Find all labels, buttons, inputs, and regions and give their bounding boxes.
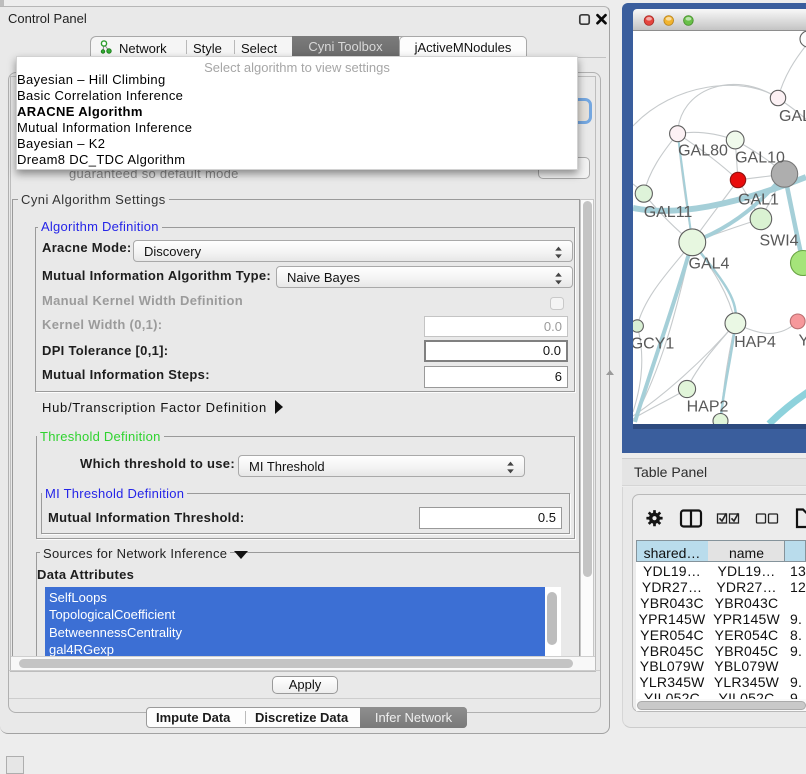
svg-text:GAL11: GAL11 [644, 204, 693, 221]
svg-text:GAL80: GAL80 [678, 143, 728, 160]
svg-text:GAL10: GAL10 [735, 150, 785, 167]
svg-text:SWI4: SWI4 [759, 233, 798, 250]
svg-text:GCY1: GCY1 [633, 336, 674, 353]
svg-text:GAL7: GAL7 [779, 108, 806, 125]
svg-text:HAP2: HAP2 [687, 399, 729, 416]
svg-text:GAL4: GAL4 [689, 256, 730, 273]
svg-text:YM: YM [799, 333, 806, 350]
svg-text:GAL1: GAL1 [738, 192, 779, 209]
svg-text:HAP4: HAP4 [734, 334, 776, 351]
